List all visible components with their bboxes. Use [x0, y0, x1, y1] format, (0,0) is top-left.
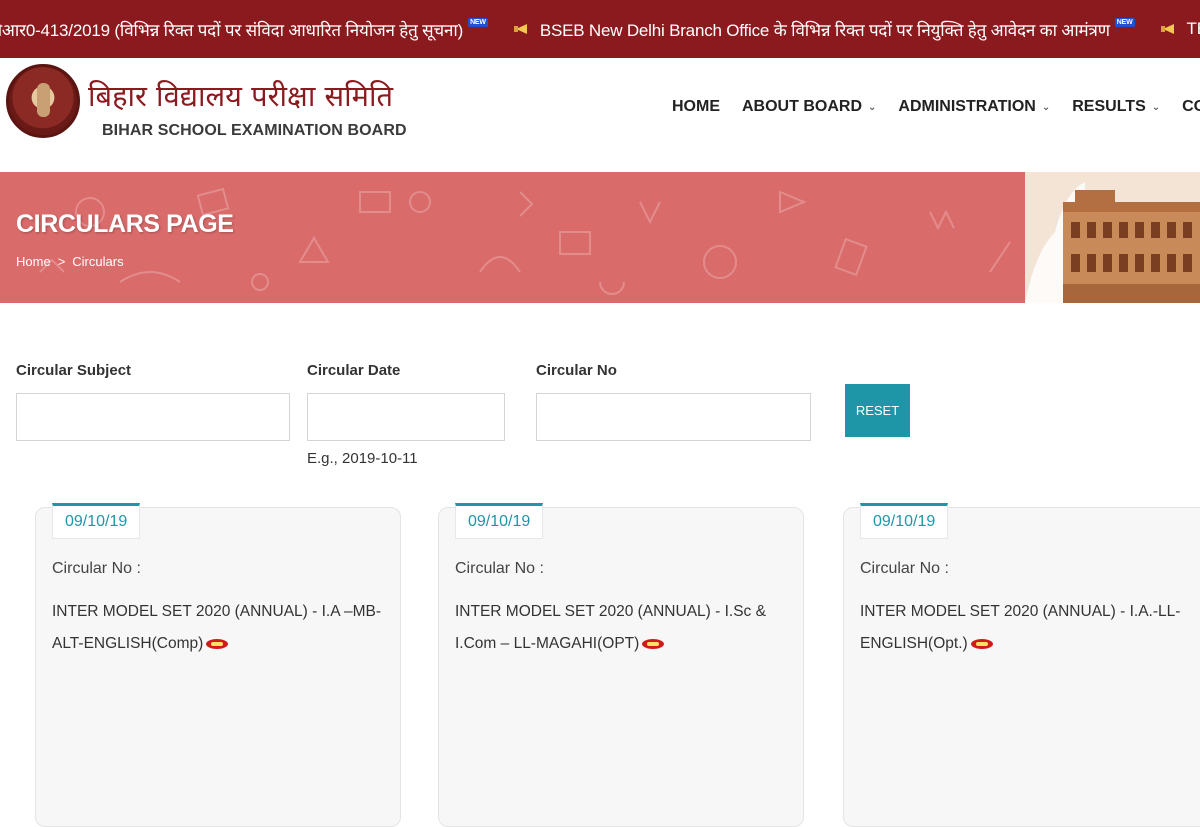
circular-card[interactable]: 09/10/19 Circular No : INTER MODEL SET 2…	[35, 503, 401, 827]
circular-subject-input[interactable]	[16, 393, 290, 441]
circular-subject-label: Circular Subject	[16, 362, 132, 379]
new-badge-icon	[642, 638, 665, 649]
ticker-item-text: तीआर0-413/2019 (विभिन्न रिक्त पदों पर सं…	[0, 20, 464, 40]
logo-hindi-text: बिहार विद्यालय परीक्षा समिति	[88, 79, 394, 113]
circular-title-link[interactable]: INTER MODEL SET 2020 (ANNUAL) - I.A.-LL-…	[860, 596, 1190, 660]
nav-about-board[interactable]: ABOUT BOARD ⌄	[742, 98, 876, 116]
nav-label: RESULTS	[1072, 98, 1146, 115]
breadcrumb-home[interactable]: Home	[16, 254, 51, 269]
megaphone-icon	[1160, 22, 1179, 36]
circular-number: Circular No :	[455, 560, 544, 577]
new-badge: NEW	[1114, 17, 1135, 27]
circular-card[interactable]: 09/10/19 Circular No : INTER MODEL SET 2…	[843, 503, 1200, 827]
ticker-item[interactable]: BSEB New Delhi Branch Office के विभिन्न …	[513, 17, 1135, 41]
circular-card[interactable]: 09/10/19 Circular No : INTER MODEL SET 2…	[438, 503, 804, 827]
circular-number: Circular No :	[860, 560, 949, 577]
new-badge-icon	[206, 638, 229, 649]
breadcrumb-current: Circulars	[72, 254, 124, 269]
nav-home[interactable]: HOME	[672, 98, 720, 116]
ticker-item-text: BSEB New Delhi Branch Office के विभिन्न …	[539, 20, 1110, 40]
megaphone-icon	[513, 22, 532, 36]
nav-label: ABOUT BOARD	[742, 98, 862, 115]
circular-title-link[interactable]: INTER MODEL SET 2020 (ANNUAL) - I.Sc & I…	[455, 596, 785, 660]
ticker-track: तीआर0-413/2019 (विभिन्न रिक्त पदों पर सं…	[0, 0, 1200, 58]
circular-no-label: Circular No	[536, 362, 617, 379]
new-badge: NEW	[468, 17, 488, 27]
circular-date-input[interactable]	[307, 393, 505, 441]
nav-results[interactable]: RESULTS ⌄	[1072, 98, 1160, 116]
logo-english-text: BIHAR SCHOOL EXAMINATION BOARD	[102, 122, 407, 139]
news-ticker: तीआर0-413/2019 (विभिन्न रिक्त पदों पर सं…	[0, 0, 1200, 58]
new-badge-icon	[970, 638, 993, 649]
circular-no-input[interactable]	[536, 393, 811, 441]
circular-date-tag: 09/10/19	[455, 503, 544, 539]
circular-title-link[interactable]: INTER MODEL SET 2020 (ANNUAL) - I.A –MB-…	[52, 596, 382, 660]
circular-date-label: Circular Date	[307, 362, 401, 379]
nav-label: HOME	[672, 98, 720, 115]
ticker-item[interactable]: TEACHER'S DIRECT	[1160, 19, 1200, 39]
circular-title: INTER MODEL SET 2020 (ANNUAL) - I.Sc & I…	[455, 603, 766, 652]
main-nav: HOME ABOUT BOARD ⌄ ADMINISTRATION ⌄ RESULT…	[672, 98, 1200, 116]
nav-contact[interactable]: CONTAC	[1182, 98, 1200, 116]
page-title: CIRCULARS PAGE	[16, 210, 234, 238]
circular-date-tag: 09/10/19	[52, 503, 141, 539]
circular-number: Circular No :	[52, 560, 141, 577]
chevron-down-icon: ⌄	[1041, 101, 1051, 113]
circular-date-tag: 09/10/19	[860, 503, 949, 539]
nav-administration[interactable]: ADMINISTRATION ⌄	[898, 98, 1050, 116]
ticker-item[interactable]: तीआर0-413/2019 (विभिन्न रिक्त पदों पर सं…	[0, 17, 488, 41]
nav-label: CONTAC	[1182, 98, 1200, 115]
nav-label: ADMINISTRATION	[898, 98, 1036, 115]
breadcrumb-separator: >	[57, 254, 66, 269]
ticker-item-text: TEACHER'S DIRECT	[1186, 19, 1200, 38]
reset-button[interactable]: RESET	[845, 384, 910, 437]
page-banner: CIRCULARS PAGE Home > Circulars	[0, 172, 1200, 303]
chevron-down-icon: ⌄	[868, 101, 877, 113]
chevron-down-icon: ⌄	[1151, 101, 1161, 113]
circular-title: INTER MODEL SET 2020 (ANNUAL) - I.A.-LL-…	[860, 603, 1181, 652]
board-building-image	[1025, 172, 1200, 303]
breadcrumb: Home > Circulars	[16, 254, 131, 269]
date-format-hint: E.g., 2019-10-11	[307, 450, 418, 467]
board-emblem-logo	[6, 64, 80, 138]
site-header: बिहार विद्यालय परीक्षा समिति BIHAR SCHOO…	[0, 58, 1200, 172]
